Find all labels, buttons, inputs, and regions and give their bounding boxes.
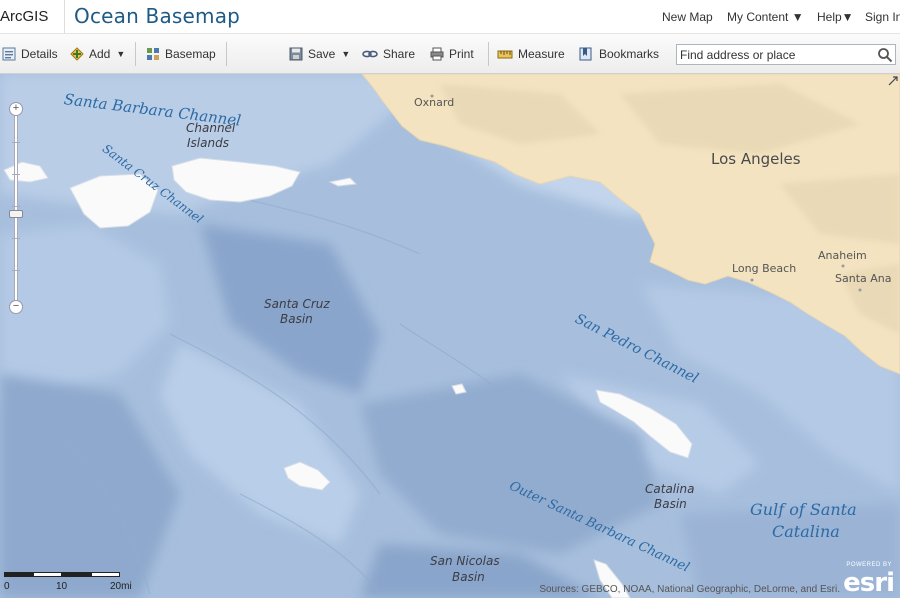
search-input[interactable]	[677, 45, 873, 64]
bookmarks-label: Bookmarks	[599, 47, 660, 61]
bookmarks-button[interactable]: Bookmarks	[578, 45, 659, 63]
printer-icon	[430, 47, 444, 61]
esri-wordmark: esri	[843, 568, 895, 598]
map-view[interactable]: Santa Barbara Channel Santa Cruz Channel…	[0, 74, 900, 598]
label-oxnard: Oxnard	[414, 96, 455, 109]
link-icon	[362, 50, 378, 58]
new-map-link[interactable]: New Map	[662, 10, 713, 24]
help-menu[interactable]: Help▼	[817, 10, 854, 24]
label-gulf-of-santa-catalina-2: Catalina	[772, 522, 840, 541]
save-label: Save	[308, 47, 336, 61]
toolbar-separator	[226, 42, 227, 66]
sign-in-link[interactable]: Sign In	[865, 10, 900, 24]
header-divider	[64, 0, 65, 34]
bookmark-icon	[579, 47, 592, 61]
zoom-tick	[12, 206, 20, 207]
label-catalina-basin-1: Catalina	[645, 482, 695, 496]
label-anaheim: Anaheim	[818, 249, 867, 262]
label-los-angeles: Los Angeles	[711, 150, 801, 168]
toolbar-separator	[135, 42, 136, 66]
save-button[interactable]: Save ▼	[289, 45, 350, 63]
print-label: Print	[449, 47, 474, 61]
esri-logo[interactable]: POWERED BY esri	[842, 562, 896, 598]
basemap-icon	[147, 48, 159, 60]
scale-label-zero: 0	[4, 581, 10, 592]
label-san-nicolas-basin-2: Basin	[452, 570, 485, 584]
zoom-tick	[12, 238, 20, 239]
map-title: Ocean Basemap	[74, 4, 241, 28]
label-channel-islands-2: Islands	[187, 136, 229, 150]
zoom-in-button[interactable]: +	[9, 102, 23, 116]
zoom-tick	[12, 142, 20, 143]
scale-bar	[4, 572, 120, 578]
add-button[interactable]: Add ▼	[70, 45, 125, 63]
app-header: ArcGIS Ocean Basemap New Map My Content …	[0, 0, 900, 34]
scale-segment	[4, 572, 33, 577]
share-label: Share	[383, 47, 416, 61]
basemap-button[interactable]: Basemap	[146, 45, 216, 63]
scale-segment	[91, 572, 120, 577]
zoom-tick	[12, 270, 20, 271]
scale-label-end: 20mi	[110, 581, 132, 592]
zoom-track[interactable]	[14, 110, 18, 308]
arcgis-logo[interactable]: ArcGIS	[0, 8, 48, 25]
chevron-down-icon: ▼	[116, 49, 126, 59]
zoom-slider-handle[interactable]	[9, 210, 23, 218]
details-button[interactable]: Details	[2, 45, 58, 63]
ruler-icon	[497, 50, 513, 59]
label-gulf-of-santa-catalina-1: Gulf of Santa	[750, 500, 857, 519]
chevron-down-icon: ▼	[341, 49, 351, 59]
map-toolbar: Details Add ▼ Basemap Save ▼ Share Print…	[0, 34, 900, 74]
add-layer-icon	[70, 47, 84, 61]
label-santa-cruz-basin-1: Santa Cruz	[264, 297, 330, 311]
label-santa-ana: Santa Ana	[835, 272, 892, 285]
scale-label-mid: 10	[56, 581, 68, 592]
expand-icon[interactable]	[888, 76, 898, 86]
measure-button[interactable]: Measure	[497, 45, 565, 63]
details-label: Details	[21, 47, 58, 61]
measure-label: Measure	[518, 47, 565, 61]
search-icon[interactable]	[877, 47, 893, 63]
zoom-tick	[12, 174, 20, 175]
basemap-label: Basemap	[165, 47, 216, 61]
save-icon	[289, 47, 303, 61]
label-san-nicolas-basin-1: San Nicolas	[430, 554, 500, 568]
toolbar-separator	[488, 42, 489, 66]
details-icon	[2, 47, 16, 61]
add-label: Add	[89, 47, 111, 61]
label-channel-islands-1: Channel	[186, 121, 236, 135]
share-button[interactable]: Share	[362, 45, 415, 63]
scale-segment	[33, 572, 62, 577]
my-content-menu[interactable]: My Content ▼	[727, 10, 804, 24]
label-santa-cruz-basin-2: Basin	[280, 312, 313, 326]
scale-segment	[62, 572, 91, 577]
map-attribution: Sources: GEBCO, NOAA, National Geographi…	[539, 584, 840, 595]
label-long-beach: Long Beach	[732, 262, 797, 275]
search-box	[676, 44, 896, 65]
zoom-slider[interactable]: + −	[9, 102, 23, 314]
label-catalina-basin-2: Basin	[654, 497, 687, 511]
zoom-out-button[interactable]: −	[9, 300, 23, 314]
print-button[interactable]: Print	[430, 45, 474, 63]
